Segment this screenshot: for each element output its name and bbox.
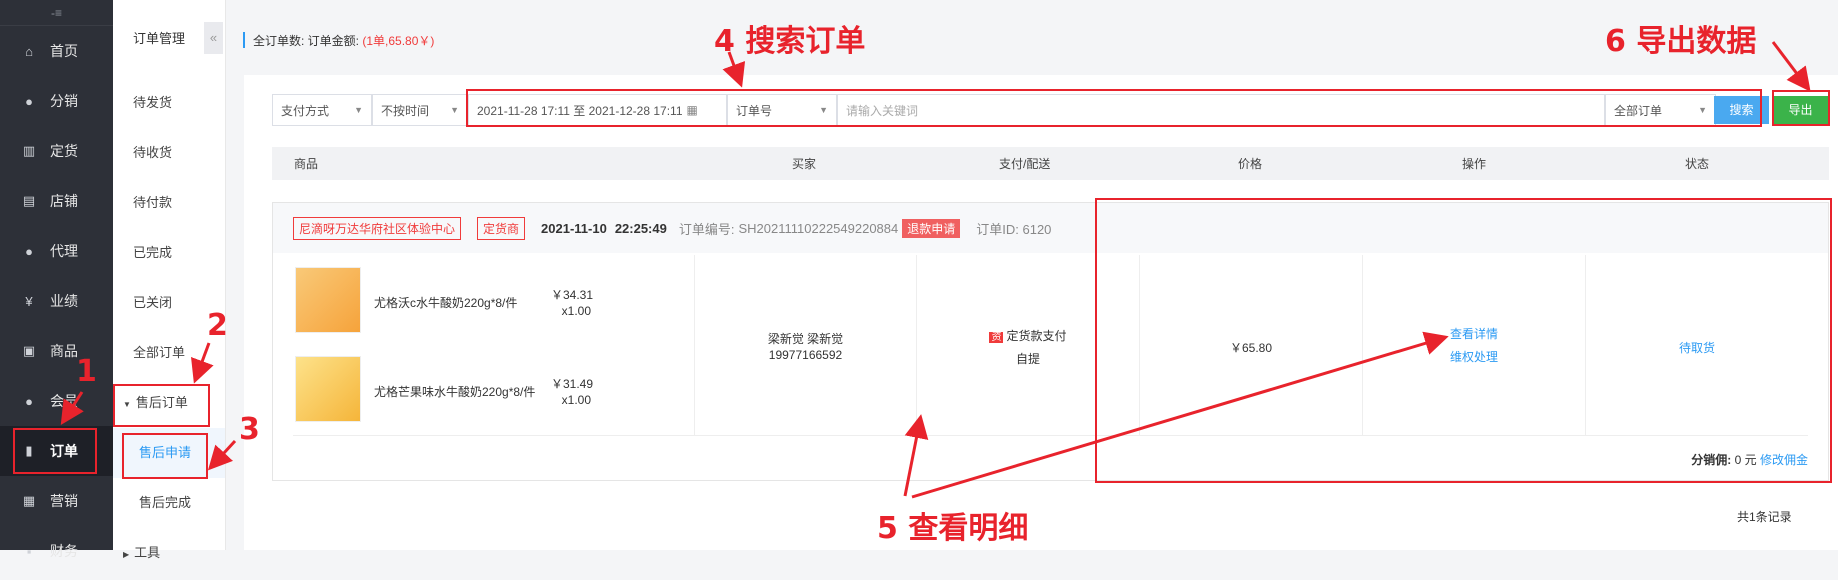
- annotation-arrows: [60, 41, 1811, 499]
- caret-right-icon: ▶: [123, 550, 130, 559]
